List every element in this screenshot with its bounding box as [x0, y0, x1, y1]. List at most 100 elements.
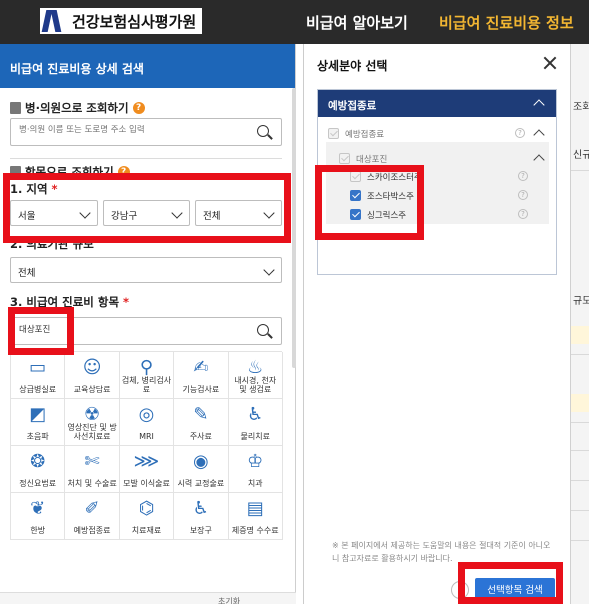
chevron-up-icon[interactable]: [533, 99, 545, 111]
nav-non-covered-cost[interactable]: 비급여 진료비용 정보: [439, 12, 574, 33]
highlight-submit: [458, 562, 563, 604]
bg-divider: [571, 540, 589, 541]
category-item[interactable]: ◉ 시력 교정술료: [174, 446, 229, 493]
hospital-search-input[interactable]: [19, 125, 249, 135]
tree-header[interactable]: 예방접종료: [318, 90, 556, 117]
logo-mark-icon: [41, 10, 64, 32]
search-icon[interactable]: [257, 125, 273, 140]
category-label: 치료재료: [131, 526, 162, 535]
category-label: 시력 교정술료: [177, 479, 225, 488]
select-value: 전체: [18, 268, 36, 279]
hair-icon: ⋙: [133, 451, 160, 472]
syringe-icon: ✎: [193, 404, 209, 425]
bg-divider: [571, 450, 589, 451]
category-item[interactable]: ⌬ 치료재료: [119, 493, 175, 540]
help-icon[interactable]: ?: [518, 190, 528, 200]
background-page: 조회일자 신규수가 규모: [570, 44, 589, 604]
category-item[interactable]: ⋙ 모발 이식술료: [119, 446, 175, 493]
bg-highlight-row: [571, 394, 589, 412]
herb-icon: ❦: [30, 498, 46, 519]
group-label: 대상포진: [356, 155, 388, 165]
category-label: 보장구: [189, 526, 212, 535]
hospital-type-select[interactable]: 전체: [10, 257, 282, 283]
category-item[interactable]: ♿ 보장구: [174, 493, 229, 540]
category-item[interactable]: ❦ 한방: [11, 493, 66, 540]
help-icon[interactable]: ?: [515, 128, 525, 138]
chevron-up-icon[interactable]: [533, 129, 545, 141]
root-checkbox[interactable]: [328, 128, 339, 139]
reset-button[interactable]: 초기화: [218, 596, 240, 604]
search-icon[interactable]: [257, 324, 273, 339]
bg-fragment: 신규수가: [573, 150, 589, 161]
panel-scrollbar[interactable]: [292, 88, 296, 368]
category-item[interactable]: ✐ 예방접종료: [65, 493, 120, 540]
detail-category-modal: 상세분야 선택 예방접종료 예방접종료 ? 대상포진 스카이조스터주 ? 조스타…: [303, 44, 570, 604]
chevron-down-icon: [263, 264, 275, 276]
category-label: 검체, 병리검사료: [121, 376, 172, 394]
category-item[interactable]: ✍ 기능검사료: [174, 352, 229, 399]
bg-divider: [571, 170, 589, 171]
highlight-region: [3, 173, 291, 243]
category-label: 교육상담료: [73, 385, 111, 394]
microscope-icon: ⚲: [139, 357, 154, 378]
bg-fragment: 규모: [573, 296, 589, 307]
category-label: 물리치료: [240, 432, 270, 441]
category-item[interactable]: ◩ 초음파: [11, 399, 66, 446]
category-item[interactable]: ❂ 정신요법료: [11, 446, 66, 493]
hospital-search-label: 병·의원으로 조회하기: [25, 101, 129, 115]
category-label: 정신요법료: [19, 479, 57, 488]
certificate-icon: ▤: [246, 498, 264, 519]
category-item[interactable]: ☺ 교육상담료: [65, 352, 120, 399]
top-header: 건강보험심사평가원 비급여 알아보기 비급여 진료비용 정보: [0, 0, 589, 44]
category-item[interactable]: ▤ 제증명 수수료: [228, 493, 283, 540]
group-checkbox[interactable]: [339, 153, 350, 164]
document-icon: [10, 102, 21, 114]
category-item[interactable]: ✎ 주사료: [174, 399, 229, 446]
tree-header-label: 예방접종료: [328, 100, 377, 112]
category-item[interactable]: ♨ 내시경, 천자 및 생검료: [228, 352, 283, 399]
category-label: 주사료: [189, 432, 212, 441]
bed-icon: ▭: [29, 357, 47, 378]
endoscope-icon: ♨: [247, 357, 264, 378]
help-icon[interactable]: ?: [132, 102, 145, 114]
category-label: 상급병실료: [19, 385, 57, 394]
category-label: 초음파: [26, 432, 49, 441]
help-icon[interactable]: ?: [518, 209, 528, 219]
bg-divider: [571, 354, 589, 355]
category-label: 내시경, 천자 및 생검료: [234, 376, 277, 394]
help-icon[interactable]: ?: [518, 171, 528, 181]
category-label: 한방: [30, 526, 46, 535]
category-item[interactable]: ⚲ 검체, 병리검사료: [119, 352, 175, 399]
hospital-search-title: 병·의원으로 조회하기 ?: [10, 100, 145, 116]
hospital-search-box: [10, 118, 282, 146]
category-label: 예방접종료: [73, 526, 111, 535]
bg-highlight-row: [571, 326, 589, 344]
radiology-icon: ☢: [84, 404, 101, 425]
category-label: 영상진단 및 방사선치료료: [67, 423, 117, 441]
category-item[interactable]: ✄ 처치 및 수술료: [65, 446, 120, 493]
close-icon[interactable]: [543, 56, 557, 70]
category-item[interactable]: ♿ 물리치료: [228, 399, 283, 446]
category-item[interactable]: ▭ 상급병실료: [11, 352, 66, 399]
vaccine-icon: ✐: [84, 498, 100, 519]
modal-title: 상세분야 선택: [317, 59, 388, 73]
category-label: 모발 이식술료: [123, 479, 170, 488]
category-item[interactable]: ☢ 영상진단 및 방사선치료료: [65, 399, 120, 446]
bg-fragment: 조회일자: [573, 102, 589, 113]
site-logo[interactable]: 건강보험심사평가원: [40, 8, 203, 34]
category-label: MRI: [139, 432, 154, 441]
ultrasound-icon: ◩: [29, 404, 47, 425]
category-label: 치과: [247, 479, 263, 488]
function-test-icon: ✍: [193, 357, 209, 378]
category-label: 기능검사료: [182, 385, 220, 394]
bg-divider: [571, 510, 589, 511]
category-item[interactable]: ♔ 치과: [228, 446, 283, 493]
tooth-icon: ♔: [247, 451, 264, 472]
chevron-up-icon[interactable]: [533, 154, 545, 166]
mri-icon: ◎: [138, 404, 155, 425]
nav-non-covered-info[interactable]: 비급여 알아보기: [306, 12, 408, 33]
category-item[interactable]: ◎ MRI: [119, 399, 175, 446]
consult-icon: ☺: [82, 357, 102, 378]
highlight-item-search: [8, 307, 74, 355]
category-grid: ▭ 상급병실료 ☺ 교육상담료 ⚲ 검체, 병리검사료 ✍ 기능검사료 ♨ 내시경, 천자…: [10, 351, 283, 540]
